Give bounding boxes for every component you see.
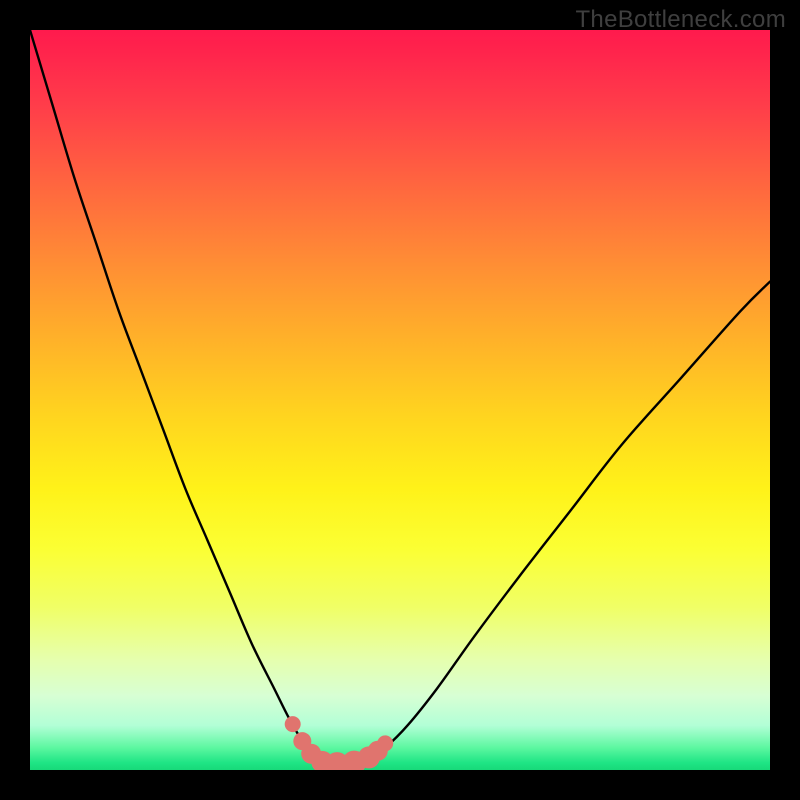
plot-area (30, 30, 770, 770)
chart-svg (30, 30, 770, 770)
watermark-text: TheBottleneck.com (575, 6, 786, 34)
optimal-marker-dot (285, 716, 301, 732)
optimal-markers (285, 716, 394, 770)
curve-layer (30, 30, 770, 764)
outer-frame: TheBottleneck.com (0, 0, 800, 800)
optimal-marker-dot (377, 735, 393, 751)
bottleneck-curve (30, 30, 770, 764)
